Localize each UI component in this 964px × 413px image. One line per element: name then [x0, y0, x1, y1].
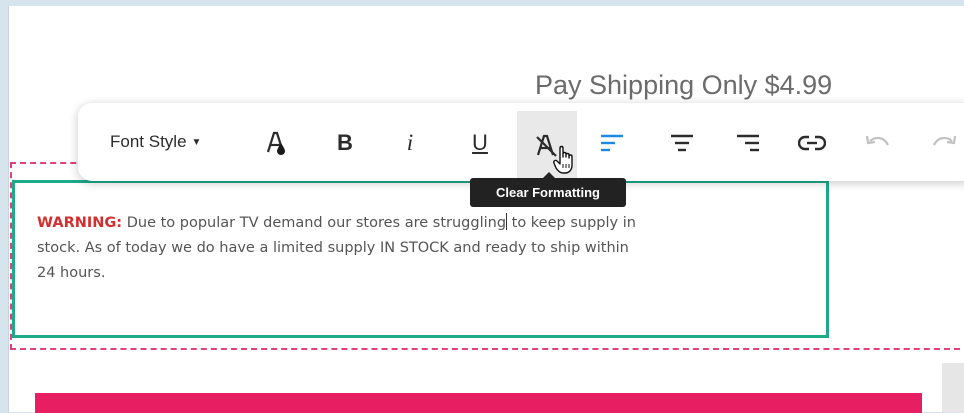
caret-down-icon: ▼	[191, 136, 202, 148]
italic-button[interactable]: i	[392, 125, 428, 161]
hand-pointer-cursor	[553, 144, 579, 180]
redo-button[interactable]	[926, 125, 962, 161]
paragraph-text-line2: stock. As of today we do have a limited …	[37, 240, 629, 256]
align-left-button[interactable]	[594, 125, 630, 161]
bold-label: B	[337, 130, 353, 155]
hand-pointer-icon	[553, 145, 573, 174]
underline-label: U	[472, 130, 488, 155]
align-left-icon	[601, 134, 623, 152]
clear-formatting-tooltip: Clear Formatting	[470, 172, 626, 207]
undo-button[interactable]	[860, 125, 896, 161]
redo-icon	[933, 135, 957, 146]
side-panel-edge	[942, 363, 964, 412]
align-center-button[interactable]	[664, 125, 700, 161]
text-format-toolbar: Font Style ▼ B i U	[78, 103, 964, 181]
text-block[interactable]: WARNING: Due to popular TV demand our st…	[12, 180, 829, 338]
warning-label: WARNING:	[37, 215, 123, 231]
align-right-button[interactable]	[730, 125, 766, 161]
font-color-button[interactable]	[260, 125, 296, 161]
promo-heading[interactable]: Pay Shipping Only $4.99	[535, 70, 832, 101]
font-color-icon	[266, 131, 285, 155]
italic-label: i	[406, 130, 414, 155]
paragraph-text-part2: to keep supply in	[507, 215, 636, 231]
paragraph-text-line3: 24 hours.	[37, 265, 106, 281]
underline-button[interactable]: U	[462, 125, 498, 161]
link-icon	[798, 135, 826, 151]
paragraph-text-part1: Due to popular TV demand our stores are …	[122, 215, 507, 231]
banner-bar[interactable]	[35, 393, 922, 413]
warning-paragraph[interactable]: WARNING: Due to popular TV demand our st…	[37, 211, 807, 286]
align-center-icon	[671, 134, 693, 152]
font-style-label: Font Style	[110, 132, 187, 151]
align-right-icon	[737, 134, 759, 152]
canvas-border	[8, 6, 9, 412]
undo-icon	[865, 135, 889, 146]
link-button[interactable]	[794, 125, 830, 161]
bold-button[interactable]: B	[327, 125, 363, 161]
font-style-dropdown[interactable]: Font Style ▼	[110, 129, 201, 155]
